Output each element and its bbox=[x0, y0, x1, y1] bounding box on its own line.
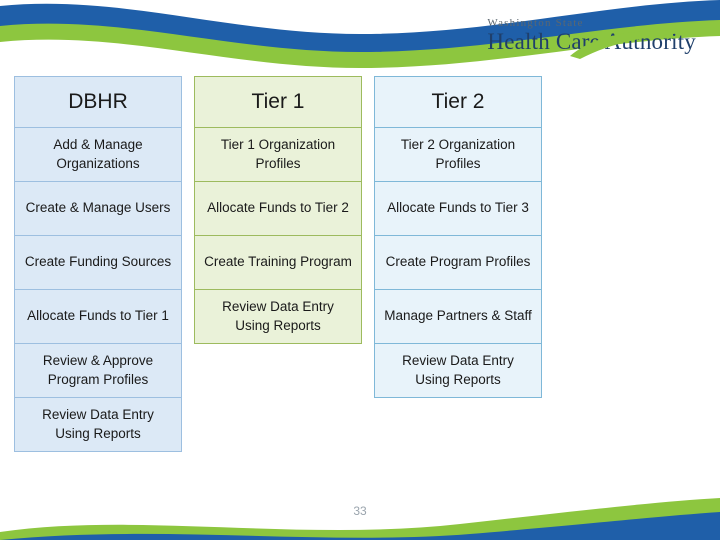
table-cell: Review & Approve Program Profiles bbox=[14, 344, 182, 398]
table-cell: Tier 1 Organization Profiles bbox=[194, 128, 362, 182]
table-cell-empty bbox=[374, 398, 542, 452]
column-tier1: Tier 1 Tier 1 Organization Profiles Allo… bbox=[194, 76, 362, 452]
table-cell-empty bbox=[194, 398, 362, 452]
table-cell: Create Funding Sources bbox=[14, 236, 182, 290]
logo: Washington State Health Care Authority bbox=[487, 18, 696, 59]
responsibility-matrix: DBHR Add & Manage Organizations Create &… bbox=[8, 76, 712, 452]
table-cell: Create & Manage Users bbox=[14, 182, 182, 236]
table-cell: Allocate Funds to Tier 3 bbox=[374, 182, 542, 236]
table-cell: Tier 2 Organization Profiles bbox=[374, 128, 542, 182]
table-cell: Create Program Profiles bbox=[374, 236, 542, 290]
page-number: 33 bbox=[353, 504, 367, 518]
column-header-tier2: Tier 2 bbox=[374, 76, 542, 128]
logo-swoosh-icon bbox=[570, 30, 692, 59]
table-cell: Allocate Funds to Tier 2 bbox=[194, 182, 362, 236]
table-cell: Manage Partners & Staff bbox=[374, 290, 542, 344]
column-dbhr: DBHR Add & Manage Organizations Create &… bbox=[14, 76, 182, 452]
table-cell: Review Data Entry Using Reports bbox=[14, 398, 182, 452]
column-header-dbhr: DBHR bbox=[14, 76, 182, 128]
table-cell-empty bbox=[194, 344, 362, 398]
table-cell: Review Data Entry Using Reports bbox=[194, 290, 362, 344]
table-cell: Create Training Program bbox=[194, 236, 362, 290]
column-header-tier1: Tier 1 bbox=[194, 76, 362, 128]
table-cell: Review Data Entry Using Reports bbox=[374, 344, 542, 398]
table-cell: Add & Manage Organizations bbox=[14, 128, 182, 182]
table-cell: Allocate Funds to Tier 1 bbox=[14, 290, 182, 344]
column-tier2: Tier 2 Tier 2 Organization Profiles Allo… bbox=[374, 76, 542, 452]
slide: Washington State Health Care Authority D… bbox=[0, 0, 720, 540]
